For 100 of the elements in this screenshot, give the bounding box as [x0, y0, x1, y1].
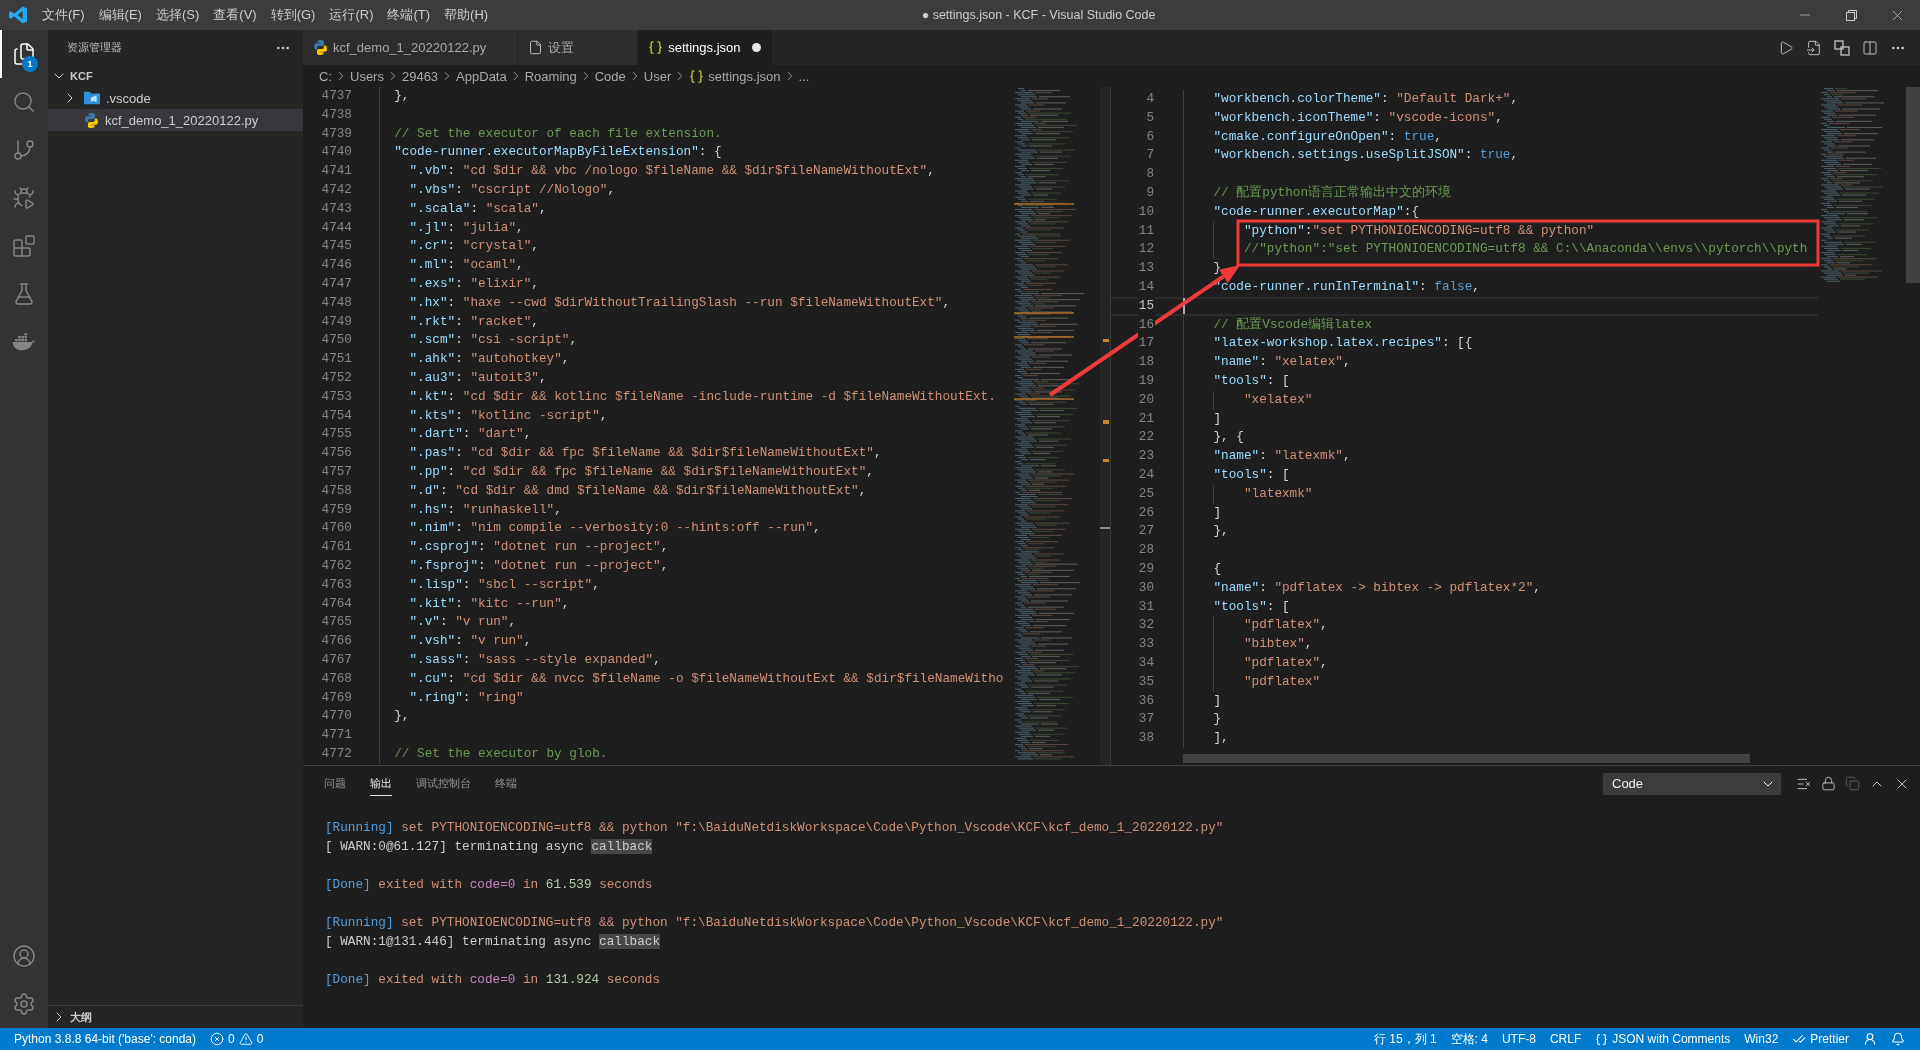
restore-icon[interactable] [1845, 9, 1857, 21]
panel-tab[interactable]: 终端 [495, 771, 517, 796]
panel-tab[interactable]: 问题 [324, 771, 346, 796]
braces-icon [648, 40, 664, 55]
editor-tab[interactable]: settings.json [638, 30, 773, 65]
settings-icon [12, 992, 36, 1016]
warning-icon [238, 1032, 253, 1046]
problems-status[interactable]: 0 0 [203, 1028, 271, 1050]
output-line: [Done] exited with code=0 in 61.539 seconds [325, 876, 653, 894]
code-line: "workbench.settings.useSplitJSON": true, [1213, 146, 1519, 165]
code-line: ".pp": "cd $dir && fpc $fileName && $dir$fileNameWithoutExt", [409, 462, 874, 481]
menu-item[interactable]: 编辑(E) [98, 5, 142, 25]
text-cursor [1183, 298, 1185, 315]
status-item[interactable]: 空格: 4 [1443, 1028, 1495, 1050]
output-line: [Running] set PYTHONIOENCODING=utf8 && python "f:\BaiduNetdiskWorkspace\Code\Python_Vscode\KCF\kcf_demo_1_20220122.py" [325, 819, 1224, 837]
menu-item[interactable]: 查看(V) [213, 5, 257, 25]
breadcrumb-item[interactable]: AppData [456, 68, 507, 84]
breadcrumb-item[interactable]: User [643, 68, 672, 84]
panel-tab[interactable]: 调试控制台 [416, 771, 471, 796]
flask-icon [12, 282, 36, 306]
editor-tab[interactable]: 设置 [518, 30, 639, 65]
blocks-icon [12, 234, 36, 258]
code-line: ".fsproj": "dotnet run --project", [409, 556, 669, 575]
code-line: "xelatex" [1243, 390, 1313, 409]
code-line: "latex-workshop.latex.recipes": [{ [1213, 334, 1473, 353]
code-line: ".dart": "dart", [409, 425, 532, 444]
line-number: 15 [1137, 296, 1155, 316]
status-item[interactable]: 行 15，列 1 [1366, 1028, 1444, 1050]
code-line: ".cu": "cd $dir && nvcc $fileName -o $fileNameWithoutExt && $dir$fileNameWitho [409, 669, 1004, 688]
menu-item[interactable]: 运行(R) [329, 5, 374, 25]
breadcrumb-item[interactable]: 29463 [401, 68, 439, 84]
user-circle-icon [12, 944, 36, 968]
tree-item[interactable]: .vscode [48, 87, 303, 109]
code-line: "python":"set PYTHONIOENCODING=utf8 && python" [1243, 221, 1595, 240]
interpreter-status[interactable]: Python 3.8.8 64-bit ('base': conda) [7, 1028, 204, 1050]
code-line: }, [394, 87, 410, 105]
section-header[interactable]: 大纲 [48, 1006, 303, 1028]
prettier-status[interactable]: Prettier [1785, 1028, 1856, 1050]
code-line: "pdflatex" [1243, 672, 1321, 691]
code-line: "tools": [ [1213, 597, 1290, 616]
file-icon [528, 40, 544, 55]
code-line: "code-runner.runInTerminal": false, [1213, 277, 1480, 296]
notification-badge: 1 [22, 56, 38, 72]
code-line: ".ml": "ocaml", [409, 256, 524, 275]
person-icon[interactable] [1863, 1032, 1877, 1046]
scrollbar-thumb[interactable] [1906, 87, 1920, 283]
code-line: ], [1213, 729, 1229, 748]
menu-item[interactable]: 选择(S) [155, 5, 200, 25]
menu-item[interactable]: 终端(T) [387, 5, 431, 25]
error-icon [210, 1032, 225, 1046]
code-line: // Set the executor by glob. [394, 744, 608, 763]
overlapping-squares-icon[interactable] [1834, 39, 1850, 56]
status-item[interactable]: CRLF [1542, 1028, 1589, 1050]
language-status[interactable]: JSON with Comments [1588, 1028, 1738, 1050]
copy-icon[interactable] [1845, 776, 1860, 791]
code-line: ".kit": "kitc --run", [409, 594, 570, 613]
split-editor-icon[interactable] [1862, 39, 1878, 56]
scrollbar-thumb[interactable] [1183, 754, 1750, 763]
code-line: "cmake.configureOnOpen": true, [1213, 127, 1442, 146]
code-line: ".hx": "haxe --cwd $dirWithoutTrailingSlash --run $fileNameWithoutExt", [409, 293, 951, 312]
tree-item[interactable]: kcf_demo_1_20220122.py [48, 109, 303, 131]
code-line: ".d": "cd $dir && dmd $fileName && $dir$fileNameWithoutExt", [409, 481, 867, 500]
breadcrumb-item[interactable]: Code [594, 68, 626, 84]
lock-icon[interactable] [1821, 776, 1836, 791]
panel-tab[interactable]: 输出 [370, 771, 392, 796]
code-line: ".rkt": "racket", [409, 312, 539, 331]
play-icon[interactable] [1778, 39, 1794, 56]
code-line: "tools": [ [1213, 465, 1290, 484]
code-line: "pdflatex", [1243, 653, 1328, 672]
status-item[interactable]: UTF-8 [1494, 1028, 1543, 1050]
menu-item[interactable]: 帮助(H) [444, 5, 489, 25]
menu-item[interactable]: 文件(F) [42, 5, 85, 25]
window-title: ● settings.json - KCF - Visual Studio Code [921, 8, 1156, 22]
code-line: ".scm": "csi -script", [409, 331, 577, 350]
output-line: [ WARN:1@131.446] terminating async callback [325, 933, 661, 951]
code-line: "name": "xelatex", [1213, 353, 1351, 372]
files-icon [12, 42, 36, 66]
breadcrumb-item[interactable]: Roaming [524, 68, 577, 84]
breadcrumb-item[interactable]: settings.json [689, 68, 781, 84]
code-line: } [1213, 710, 1222, 729]
breadcrumb-item[interactable]: ... [798, 68, 810, 84]
output-line: [ WARN:0@61.127] terminating async callback [325, 838, 653, 856]
menu-item[interactable]: 转到(G) [270, 5, 316, 25]
code-line: "bibtex", [1243, 635, 1313, 654]
bell-icon[interactable] [1891, 1032, 1905, 1046]
code-line: "latexmk" [1243, 484, 1313, 503]
editor-tab[interactable]: kcf_demo_1_20220122.py [303, 30, 519, 65]
code-line: // 配置Vscode编辑latex [1213, 315, 1373, 334]
section-header[interactable]: KCF [48, 65, 303, 87]
file-arrow-icon[interactable] [1806, 39, 1822, 56]
code-line: // 配置python语言正常输出中文的环境 [1213, 184, 1451, 202]
breadcrumb-item[interactable]: Users [350, 68, 384, 84]
breadcrumb-item[interactable]: C: [319, 68, 332, 84]
code-line: { [1213, 559, 1222, 578]
code-line: ".kt": "cd $dir && kotlinc $fileName -include-runtime -d $fileNameWithoutExt. [409, 387, 996, 406]
code-line: "workbench.colorTheme": "Default Dark+", [1213, 90, 1519, 108]
output-channel-select[interactable]: Code [1603, 772, 1781, 795]
status-item[interactable]: Win32 [1737, 1028, 1786, 1050]
code-line: ".jl": "julia", [409, 218, 524, 237]
code-line: ".cr": "crystal", [409, 237, 539, 256]
